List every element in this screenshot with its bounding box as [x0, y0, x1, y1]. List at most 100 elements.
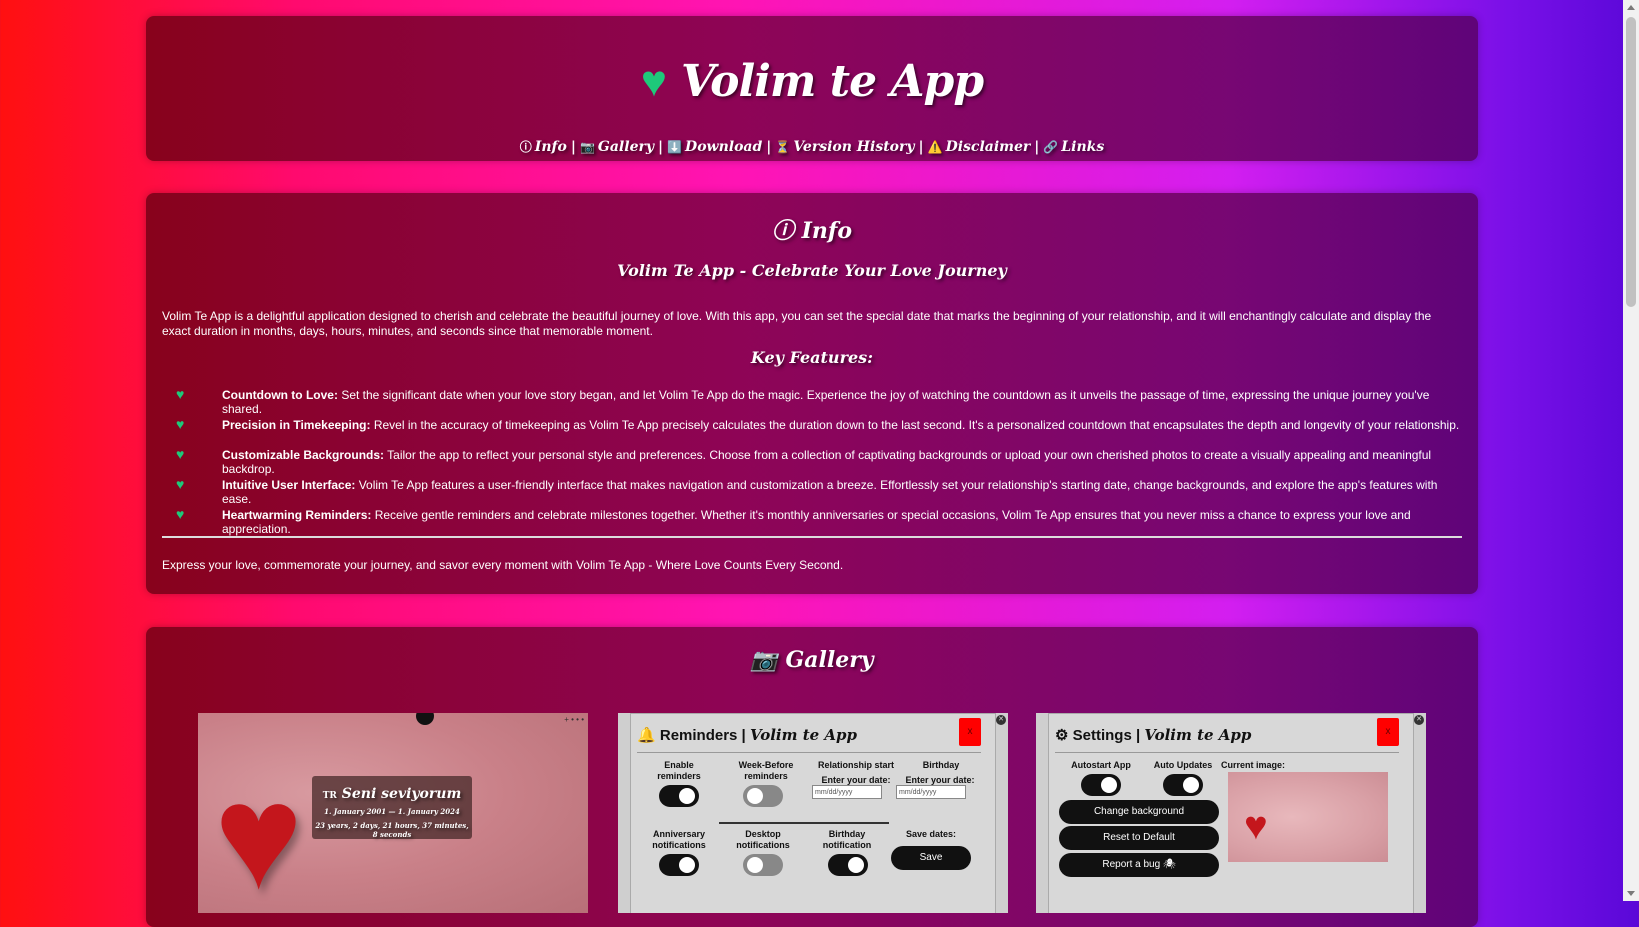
dialog-title: 🔔 Reminders | Volim te App — [637, 726, 857, 744]
feature-title: Countdown to Love: — [222, 388, 338, 402]
feature-text: Set the significant date when your love … — [222, 388, 1430, 416]
feature-text: Tailor the app to reflect your personal … — [222, 448, 1432, 476]
date-range: 1. January 2001 — 1. January 2024 — [324, 807, 460, 816]
phrase-text: Seni seviyorum — [341, 786, 462, 802]
close-icon[interactable]: ✕ — [996, 715, 1006, 725]
info-icon: ⓘ — [519, 140, 532, 154]
label-desktop: Desktop notifications — [736, 829, 790, 850]
vertical-scrollbar[interactable] — [1623, 0, 1639, 901]
feature-text: Revel in the accuracy of timekeeping as … — [370, 418, 1460, 432]
settings-dialog: ⚙ Settings | Volim te App x Autostart Ap… — [1048, 713, 1414, 913]
title-row: ♥ Volim te App — [146, 56, 1478, 107]
bell-icon: 🔔 — [637, 727, 656, 744]
feature-title: Customizable Backgrounds: — [222, 448, 385, 462]
scroll-down-icon[interactable] — [1627, 891, 1635, 896]
warning-icon: ⚠️ — [927, 140, 943, 154]
scrollbar-thumb[interactable] — [1626, 17, 1636, 307]
relationship-date-input[interactable]: mm/dd/yyyy — [812, 785, 882, 799]
toggle-knob — [1183, 777, 1199, 793]
report-bug-button[interactable]: Report a bug 🕷 — [1059, 853, 1219, 877]
info-closing: Express your love, commemorate your jour… — [162, 558, 844, 572]
info-intro: Volim Te App is a delightful application… — [162, 309, 1432, 338]
language-code: TR — [322, 791, 337, 801]
gallery-section: 📷 Gallery + • • • ♥ TR Seni seviyorum 1.… — [146, 627, 1478, 927]
info-section: ⓘ Info Volim Te App - Celebrate Your Lov… — [146, 193, 1478, 594]
feature-text: Receive gentle reminders and celebrate m… — [222, 508, 1411, 536]
label-enable-reminders: Enable reminders — [657, 760, 701, 781]
nav-disclaimer-label: Disclaimer — [945, 139, 1031, 155]
label-save-dates: Save dates: — [905, 829, 957, 839]
info-subheading: Volim Te App - Celebrate Your Love Journ… — [617, 261, 1007, 280]
gallery-image-main-screen[interactable]: + • • • ♥ TR Seni seviyorum 1. January 2… — [198, 713, 588, 913]
nav-links[interactable]: 🔗 Links — [1043, 139, 1104, 155]
window-controls: + • • • — [564, 715, 584, 724]
green-heart-icon: ♥ — [176, 416, 185, 432]
nav-version-history-label: Version History — [793, 139, 915, 155]
close-button[interactable]: x — [1377, 718, 1399, 746]
love-phrase: TR Seni seviyorum — [312, 786, 472, 802]
nav-disclaimer[interactable]: ⚠️ Disclaimer — [928, 139, 1031, 155]
gallery-image-settings[interactable]: ⚙ Settings | Volim te App x Autostart Ap… — [1036, 713, 1426, 913]
site-title: Volim te App — [681, 56, 984, 107]
divider — [719, 822, 889, 824]
toggle-anniversary[interactable] — [659, 854, 699, 876]
site-header: ♥ Volim te App ⓘ Info | 📷 Gallery | ⬇️ Download |… — [146, 16, 1478, 161]
nav-download-label: Download — [685, 139, 763, 155]
toggle-enable-reminders[interactable] — [659, 785, 699, 807]
green-heart-icon: ♥ — [176, 506, 185, 522]
feature-title: Intuitive User Interface: — [222, 478, 356, 492]
duration-text: 23 years, 2 days, 21 hours, 37 minutes, … — [315, 821, 469, 839]
label-relationship-start: Relationship start — [817, 760, 894, 770]
green-heart-icon: ♥ — [640, 56, 668, 106]
nav-separator: | — [658, 139, 664, 155]
camera-notch — [416, 713, 434, 725]
toggle-knob — [747, 857, 763, 873]
love-counter-card: TR Seni seviyorum 1. January 2001 — 1. J… — [312, 776, 472, 839]
reset-default-button[interactable]: Reset to Default — [1059, 826, 1219, 850]
toggle-week-before[interactable] — [743, 785, 783, 807]
current-image-preview: ♥ — [1228, 772, 1388, 862]
birthday-date-input[interactable]: mm/dd/yyyy — [896, 785, 966, 799]
red-heart-icon: ♥ — [1244, 804, 1268, 848]
label-week-before: Week-Before reminders — [738, 760, 794, 781]
divider — [162, 536, 1462, 538]
nav-download[interactable]: ⬇️ Download — [667, 139, 762, 155]
toggle-knob — [747, 788, 763, 804]
toggle-birthday[interactable] — [828, 854, 868, 876]
nav-version-history[interactable]: ⏳ Version History — [775, 139, 914, 155]
reminders-dialog: 🔔 Reminders | Volim te App x Enable remi… — [630, 713, 996, 913]
close-button[interactable]: x — [959, 718, 981, 746]
nav-gallery-label: Gallery — [597, 139, 654, 155]
nav-separator: | — [766, 139, 772, 155]
toggle-knob — [1101, 777, 1117, 793]
toggle-auto-updates[interactable] — [1163, 774, 1203, 796]
list-item: ♥ Heartwarming Reminders: Receive gentle … — [176, 506, 1466, 538]
change-background-button[interactable]: Change background — [1059, 800, 1219, 824]
label-auto-updates: Auto Updates — [1153, 760, 1213, 770]
toggle-knob — [679, 857, 695, 873]
label-birthday: Birthday — [922, 760, 960, 770]
dialog-brand: Volim te App — [1144, 726, 1252, 744]
nav-separator: | — [1034, 139, 1040, 155]
list-item: ♥ Precision in Timekeeping: Revel in the … — [176, 416, 1466, 448]
label-birthday-notification: Birthday notification — [822, 829, 872, 850]
nav-gallery[interactable]: 📷 Gallery — [580, 139, 654, 155]
save-button[interactable]: Save — [891, 846, 971, 870]
nav-info-label: Info — [534, 139, 567, 155]
scroll-up-icon[interactable] — [1627, 5, 1635, 10]
nav-info[interactable]: ⓘ Info — [520, 139, 567, 155]
label-anniversary: Anniversary notifications — [652, 829, 706, 850]
gallery-heading: 📷 Gallery — [750, 647, 874, 673]
toggle-autostart[interactable] — [1081, 774, 1121, 796]
top-nav: ⓘ Info | 📷 Gallery | ⬇️ Download | ⏳ Version Histo… — [146, 138, 1478, 155]
dialog-title: ⚙ Settings | Volim te App — [1055, 726, 1251, 744]
nav-separator: | — [570, 139, 576, 155]
close-icon[interactable]: ✕ — [1414, 715, 1424, 725]
toggle-desktop[interactable] — [743, 854, 783, 876]
label-autostart: Autostart App — [1071, 760, 1131, 770]
feature-title: Precision in Timekeeping: — [222, 418, 371, 432]
list-item: ♥ Intuitive User Interface: Volim Te App … — [176, 477, 1466, 508]
gallery-image-reminders[interactable]: 🔔 Reminders | Volim te App x Enable remi… — [618, 713, 1008, 913]
toggle-knob — [679, 788, 695, 804]
list-item: ♥ Customizable Backgrounds: Tailor the ap… — [176, 447, 1466, 478]
